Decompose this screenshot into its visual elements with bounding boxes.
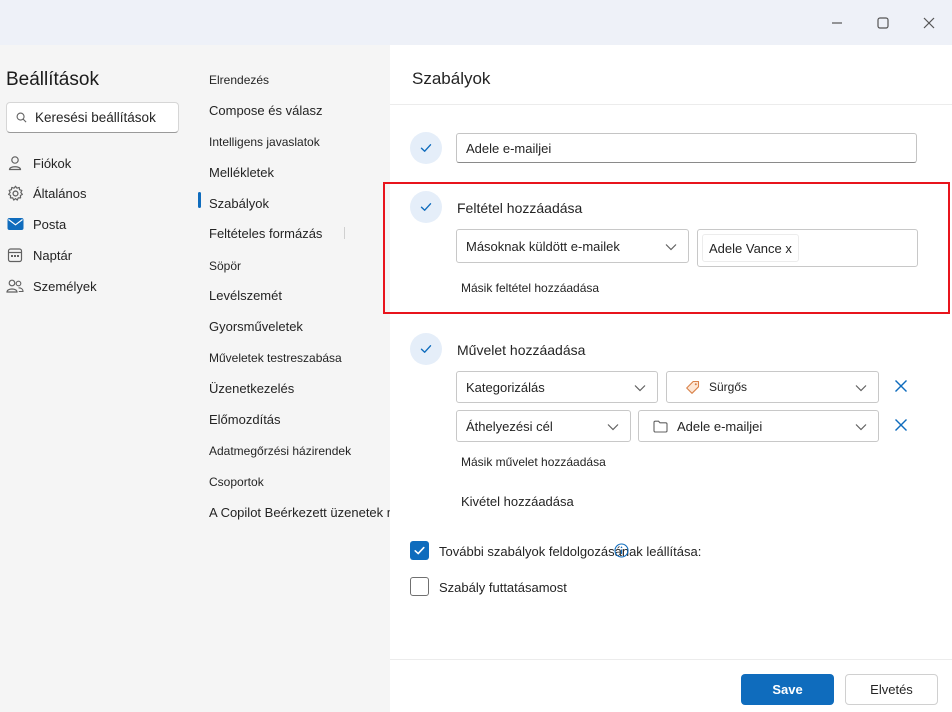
submenu-compose-reply[interactable]: Compose és válasz [209,103,322,118]
run-rule-now-label: Szabály futtatásamost [439,580,567,595]
action-heading: Művelet hozzáadása [457,342,586,358]
chevron-down-icon [855,385,867,392]
checkmark-icon [420,345,432,353]
checkmark-icon [414,546,425,555]
settings-title: Beállítások [6,69,99,90]
submenu-sweep[interactable]: Söpör [209,259,241,273]
submenu-conditional-formatting[interactable]: Feltételes formázás [209,226,322,241]
submenu-groups[interactable]: Csoportok [209,475,264,489]
maximize-icon[interactable] [868,10,898,36]
remove-action-2-button[interactable] [891,415,911,435]
category-mail[interactable]: Posta [6,213,66,235]
selected-submenu-indicator [198,192,201,208]
calendar-icon [6,246,24,264]
add-another-action-link[interactable]: Másik művelet hozzáadása [461,455,606,469]
step-name-check [410,132,442,164]
step-action-check [410,333,442,365]
save-button[interactable]: Save [741,674,834,705]
action-type-dropdown-1[interactable]: Kategorizálás [456,371,658,403]
close-icon [895,380,907,392]
category-accounts[interactable]: Fiókok [6,152,71,174]
submenu-retention-policies[interactable]: Adatmegőrzési házirendek [209,444,351,458]
submenu-layout[interactable]: Elrendezés [209,73,269,87]
category-calendar-label: Naptár [33,247,73,263]
action-type-dropdown-2[interactable]: Áthelyezési cél [456,410,631,442]
submenu-customize-actions[interactable]: Műveletek testreszabása [209,351,342,365]
submenu-separator [344,227,345,239]
action-value-1: Sürgős [709,380,748,394]
footer-divider [390,659,952,660]
close-icon[interactable] [914,10,944,36]
tag-icon [685,380,700,395]
category-general[interactable]: Általános [6,182,86,204]
remove-action-1-button[interactable] [891,376,911,396]
category-general-label: Általános [33,185,87,201]
mail-icon [6,215,24,233]
stop-processing-checkbox[interactable] [410,541,429,560]
action-value-dropdown-2[interactable]: Adele e-mailjei [638,410,879,442]
submenu-rules[interactable]: Szabályok [209,196,269,211]
submenu-attachments[interactable]: Mellékletek [209,165,274,180]
category-calendar[interactable]: Naptár [6,244,72,266]
settings-navigation: Beállítások Fiókok Általános Posta Naptá… [0,45,437,712]
submenu-junk-email[interactable]: Levélszemét [209,288,282,303]
people-icon [6,277,24,295]
title-bar [0,0,952,45]
action-value-2: Adele e-mailjei [677,418,763,434]
chevron-down-icon [634,385,646,392]
minimize-icon[interactable] [822,10,852,36]
panel-title: Szabályok [412,69,491,88]
stop-processing-label: További szabályok feldolgozásának leállí… [439,544,702,559]
category-people[interactable]: Személyek [6,275,97,297]
chevron-down-icon [607,424,619,431]
submenu-quick-steps[interactable]: Gyorsműveletek [209,319,303,334]
action-type-value-2: Áthelyezési cél [466,418,553,434]
add-exception-link[interactable]: Kivétel hozzáadása [461,494,574,509]
search-settings-box[interactable] [6,102,179,133]
checkmark-icon [420,144,432,152]
person-icon [6,154,24,172]
run-rule-now-checkbox[interactable] [410,577,429,596]
action-value-dropdown-1[interactable]: Sürgős [666,371,879,403]
info-icon[interactable] [614,543,629,563]
submenu-forwarding[interactable]: Előmozdítás [209,412,281,427]
discard-button[interactable]: Elvetés [845,674,938,705]
chevron-down-icon [855,424,867,431]
category-mail-label: Posta [33,216,67,232]
submenu-message-handling[interactable]: Üzenetkezelés [209,381,294,396]
search-icon [16,112,27,123]
submenu-smart-suggestions[interactable]: Intelligens javaslatok [209,135,320,149]
title-divider [390,104,952,105]
action-type-value-1: Kategorizálás [466,379,545,395]
gear-icon [6,184,24,202]
close-icon [895,419,907,431]
rule-name-input[interactable]: Adele e-mailjei [456,133,917,163]
category-accounts-label: Fiókok [33,155,72,171]
category-people-label: Személyek [33,278,97,294]
folder-icon [653,420,668,433]
search-settings-input[interactable] [35,110,165,125]
highlight-frame [383,182,950,314]
